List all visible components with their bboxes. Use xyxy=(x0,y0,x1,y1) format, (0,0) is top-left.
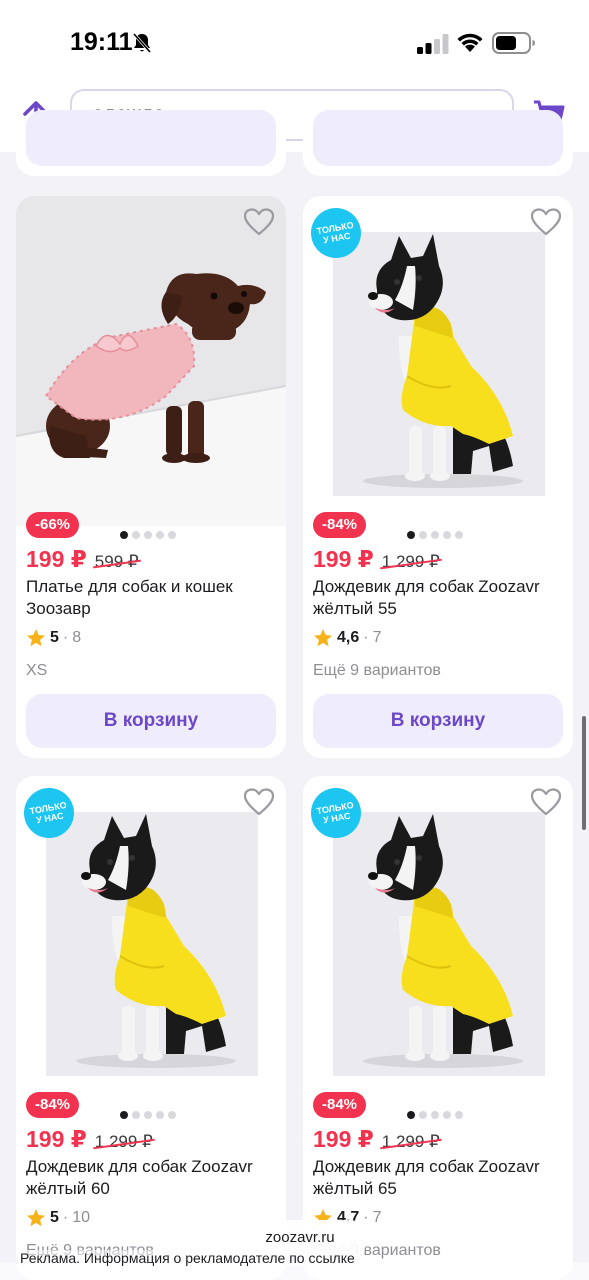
carousel-dot xyxy=(132,531,140,539)
rating-value: 5 xyxy=(50,1209,59,1226)
review-separator: · xyxy=(363,629,369,646)
dog-in-pink-floral-dress-image xyxy=(16,196,286,526)
carousel-dot xyxy=(455,531,463,539)
image-carousel-dots xyxy=(120,1111,176,1119)
favorite-heart-icon[interactable] xyxy=(244,788,274,816)
previous-product-card xyxy=(303,110,573,176)
current-price: 199 ₽ xyxy=(26,546,87,572)
review-count: 8 xyxy=(72,629,82,646)
carousel-dot xyxy=(168,1111,176,1119)
current-price: 199 ₽ xyxy=(313,546,374,572)
product-title[interactable]: Дождевик для собак Zoozavr жёлтый 65 xyxy=(313,1156,565,1200)
carousel-dot xyxy=(431,531,439,539)
review-separator: · xyxy=(62,629,69,646)
product-title[interactable]: Платье для собак и кошек Зоозавр xyxy=(26,576,278,620)
rating-value: 4,6 xyxy=(337,629,360,646)
image-carousel-dots xyxy=(407,1111,463,1119)
carousel-dot xyxy=(156,531,164,539)
price-row: 199 ₽ 1 299 ₽ xyxy=(313,1126,440,1153)
carousel-dot xyxy=(120,1111,128,1119)
discount-badge: -84% xyxy=(313,1092,367,1118)
star-icon xyxy=(313,628,333,648)
image-carousel-dots xyxy=(407,531,463,539)
review-count: 10 xyxy=(72,1209,91,1226)
battery-icon xyxy=(492,32,535,54)
price-row: 199 ₽ 599 ₽ xyxy=(26,546,139,573)
old-price: 1 299 ₽ xyxy=(381,552,440,571)
bell-off-icon xyxy=(132,33,152,53)
carousel-dot xyxy=(455,1111,463,1119)
price-row: 199 ₽ 1 299 ₽ xyxy=(313,546,440,573)
cellular-signal-icon xyxy=(417,34,449,54)
carousel-dot xyxy=(132,1111,140,1119)
favorite-heart-icon[interactable] xyxy=(244,208,274,236)
review-separator: · xyxy=(363,1209,369,1226)
add-to-cart-button-partial[interactable] xyxy=(26,110,276,166)
carousel-dot xyxy=(419,531,427,539)
carousel-dot xyxy=(419,1111,427,1119)
carousel-dot xyxy=(144,1111,152,1119)
wifi-icon xyxy=(457,33,483,52)
product-card[interactable]: ТОЛЬКО У НАС -84% 199 ₽ 1 299 ₽ Дождевик… xyxy=(16,776,286,1280)
carousel-dot xyxy=(156,1111,164,1119)
add-to-cart-button[interactable]: В корзину xyxy=(26,694,276,748)
status-time: 19:11 xyxy=(70,28,133,56)
carousel-dot xyxy=(120,531,128,539)
product-card[interactable]: ТОЛЬКО У НАС -84% 199 ₽ 1 299 ₽ Дождевик… xyxy=(303,776,573,1280)
review-count: 7 xyxy=(372,1209,382,1226)
carousel-dot xyxy=(144,531,152,539)
carousel-dot xyxy=(431,1111,439,1119)
add-to-cart-button-partial[interactable] xyxy=(313,110,563,166)
favorite-heart-icon[interactable] xyxy=(531,788,561,816)
price-row: 199 ₽ 1 299 ₽ xyxy=(26,1126,153,1153)
carousel-dot xyxy=(407,1111,415,1119)
discount-badge: -84% xyxy=(26,1092,80,1118)
product-card[interactable]: ТОЛЬКО У НАС -84% 199 ₽ 1 299 ₽ Дождевик… xyxy=(303,196,573,758)
current-price: 199 ₽ xyxy=(313,1126,374,1152)
product-card[interactable]: -66% 199 ₽ 599 ₽ Платье для собак и коше… xyxy=(16,196,286,758)
variant-size: XS xyxy=(26,662,48,679)
product-image[interactable] xyxy=(16,196,286,526)
image-carousel-dots xyxy=(120,531,176,539)
old-price: 1 299 ₽ xyxy=(94,1132,153,1151)
product-title[interactable]: Дождевик для собак Zoozavr жёлтый 55 xyxy=(313,576,565,620)
carousel-dot xyxy=(443,531,451,539)
review-separator: · xyxy=(62,1209,69,1226)
product-title[interactable]: Дождевик для собак Zoozavr жёлтый 60 xyxy=(26,1156,278,1200)
star-icon xyxy=(26,1208,46,1228)
more-variants-link[interactable]: Ещё 9 вариантов xyxy=(313,662,441,680)
rating-row: 5 · 10 xyxy=(26,1208,90,1228)
old-price: 599 ₽ xyxy=(94,552,139,571)
star-icon xyxy=(26,628,46,648)
carousel-dot xyxy=(443,1111,451,1119)
review-count: 7 xyxy=(372,629,382,646)
current-price: 199 ₽ xyxy=(26,1126,87,1152)
rating-value: 5 xyxy=(50,629,59,646)
carousel-dot xyxy=(407,531,415,539)
status-bar: 19:11 xyxy=(0,0,589,78)
discount-badge: -84% xyxy=(313,512,367,538)
favorite-heart-icon[interactable] xyxy=(531,208,561,236)
rating-row: 5 · 8 xyxy=(26,628,81,648)
discount-badge: -66% xyxy=(26,512,80,538)
old-price: 1 299 ₽ xyxy=(381,1132,440,1151)
ad-disclaimer-link[interactable]: Реклама. Информация о рекламодателе по с… xyxy=(20,1250,355,1266)
carousel-dot xyxy=(168,531,176,539)
rating-row: 4,6 · 7 xyxy=(313,628,381,648)
add-to-cart-button[interactable]: В корзину xyxy=(313,694,563,748)
scrollbar[interactable] xyxy=(582,716,586,830)
previous-product-card xyxy=(16,110,286,176)
